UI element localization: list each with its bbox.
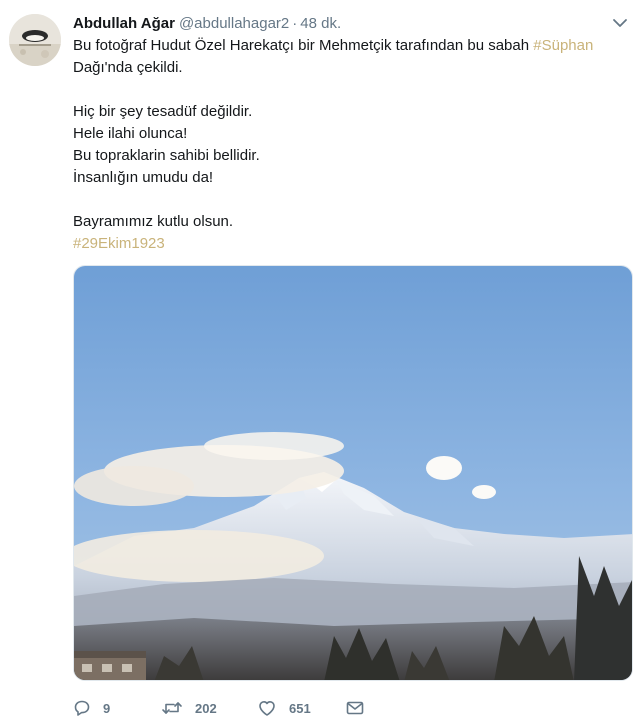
text-line: Bayramımız kutlu olsun. — [73, 213, 234, 230]
text-line: Hele ilahi olunca! — [73, 125, 188, 142]
direct-message-button[interactable] — [345, 696, 365, 720]
author-handle[interactable]: @abdullahagar2 — [179, 15, 289, 32]
like-button[interactable]: 651 — [257, 696, 345, 720]
separator-dot: · — [292, 15, 298, 32]
tweet-photo[interactable] — [73, 265, 633, 681]
hashtag-29ekim1923[interactable]: #29Ekim1923 — [73, 235, 165, 252]
like-icon — [257, 699, 277, 717]
retweet-count: 202 — [195, 700, 217, 716]
message-icon — [345, 699, 365, 717]
tweet-timestamp[interactable]: 48 dk. — [300, 15, 341, 32]
reply-count: 9 — [103, 700, 111, 716]
caret-down-icon[interactable] — [612, 16, 628, 30]
tweet-actions: 9 202 651 — [73, 696, 365, 720]
text-line: Hiç bir şey tesadüf değildir. — [73, 103, 253, 120]
reply-icon — [73, 699, 91, 717]
author-name[interactable]: Abdullah Ağar — [73, 15, 175, 32]
hashtag-suphan[interactable]: #Süphan — [533, 37, 593, 54]
text-segment: Bu fotoğraf Hudut Özel Harekatçı bir Meh… — [73, 37, 534, 54]
text-line: Dağı'nda çekildi. — [73, 59, 183, 76]
tweet-text: Bu fotoğraf Hudut Özel Harekatçı bir Meh… — [73, 35, 628, 255]
reply-button[interactable]: 9 — [73, 696, 161, 720]
retweet-button[interactable]: 202 — [161, 696, 257, 720]
text-line: İnsanlığın umudu da! — [73, 169, 214, 186]
text-line: Bu fotoğraf Hudut Özel Harekatçı bir Meh… — [73, 35, 628, 57]
retweet-icon — [161, 699, 183, 717]
avatar[interactable] — [9, 14, 61, 66]
tweet-header: Abdullah Ağar @abdullahagar2 · 48 dk. — [73, 13, 341, 35]
text-line: Bu topraklarin sahibi bellidir. — [73, 147, 260, 164]
like-count: 651 — [289, 700, 311, 716]
tweet[interactable]: Abdullah Ağar @abdullahagar2 · 48 dk. Bu fo… — [0, 0, 640, 724]
